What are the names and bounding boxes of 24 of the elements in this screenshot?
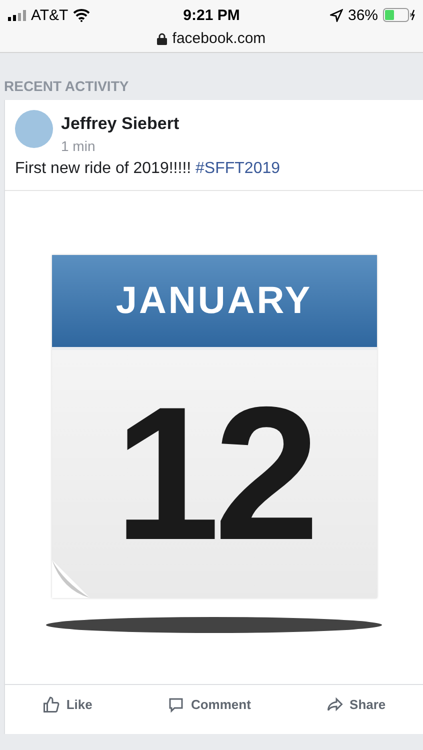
hashtag-link[interactable]: #SFFT2019 [196,160,280,177]
comment-button[interactable]: Comment [160,692,257,718]
battery-percentage: 36% [348,6,378,24]
post-time[interactable]: 1 min [61,138,180,154]
author-name[interactable]: Jeffrey Siebert [61,114,180,134]
location-arrow-icon [330,8,343,22]
signal-icon [8,10,26,20]
comment-icon [166,696,185,714]
like-button[interactable]: Like [36,692,98,718]
post-text: First new ride of 2019!!!!! #SFFT2019 [14,159,282,179]
carrier-name: AT&T [31,6,68,24]
page-curl-icon [52,560,90,598]
share-button[interactable]: Share [320,692,392,718]
section-heading: RECENT ACTIVITY [3,77,130,96]
calendar-month: JANUARY [116,280,312,322]
calendar-day: 12 [114,379,314,569]
wifi-icon [73,8,90,22]
address-url[interactable]: facebook.com [172,30,266,47]
thumbs-up-icon [42,696,60,714]
battery-icon [383,8,416,22]
avatar[interactable] [15,110,53,148]
clock-time: 9:21 PM [183,6,240,24]
lock-icon [157,32,168,44]
share-arrow-icon [326,696,344,714]
